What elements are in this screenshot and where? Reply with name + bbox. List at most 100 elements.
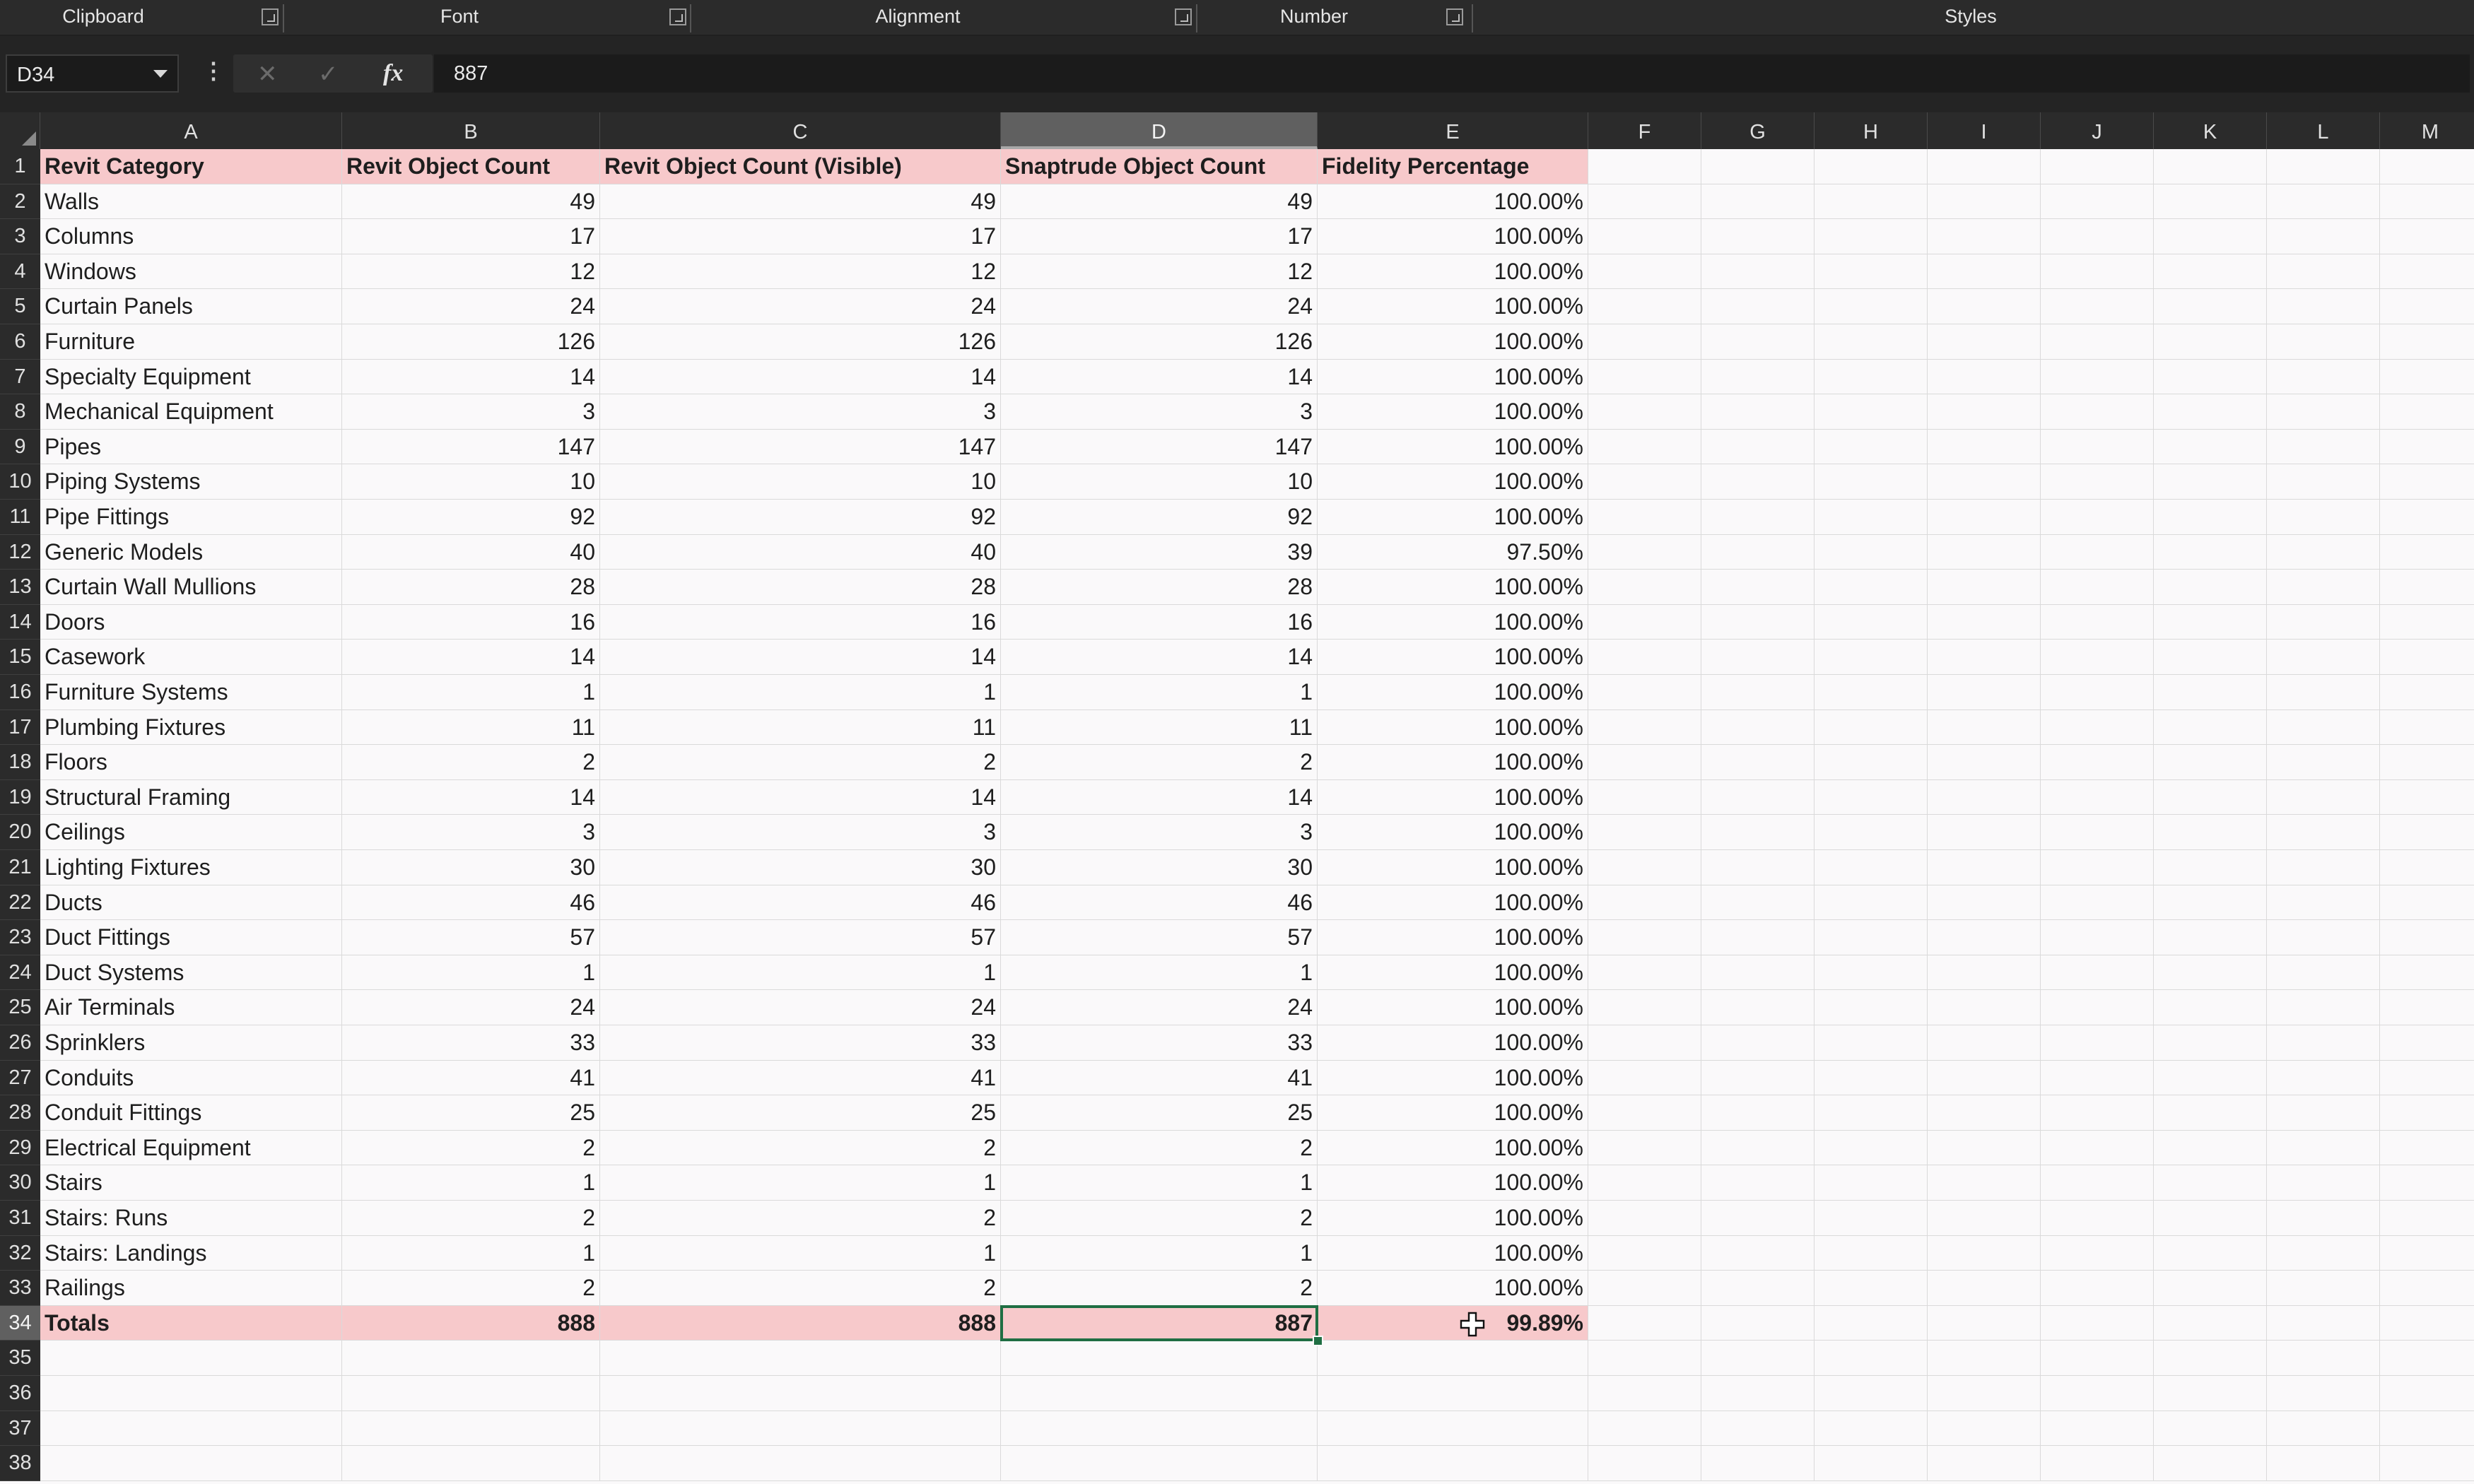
cell[interactable] [1588, 1305, 1701, 1341]
table-cell[interactable]: 30 [342, 850, 600, 885]
cell[interactable] [1701, 1201, 1815, 1236]
table-cell[interactable]: Sprinklers [40, 1025, 342, 1061]
table-cell[interactable]: 147 [600, 429, 1001, 465]
formula-input[interactable]: 887 [434, 54, 2470, 93]
cell[interactable] [2267, 289, 2380, 324]
cell[interactable] [2041, 534, 2154, 570]
cell[interactable] [1815, 570, 1928, 605]
table-cell[interactable]: 2 [600, 1201, 1001, 1236]
cell[interactable] [2380, 184, 2474, 220]
cell[interactable] [1815, 534, 1928, 570]
row-header[interactable]: 28 [0, 1095, 40, 1131]
cell[interactable] [2154, 394, 2267, 430]
cell[interactable] [2267, 534, 2380, 570]
table-cell[interactable]: 40 [342, 534, 600, 570]
totals-cell[interactable]: Totals [40, 1305, 342, 1341]
cell[interactable] [2380, 570, 2474, 605]
cell[interactable] [2267, 604, 2380, 640]
cell[interactable] [2154, 815, 2267, 850]
cell[interactable] [1928, 149, 2041, 184]
cell[interactable] [2154, 990, 2267, 1025]
cell[interactable] [1928, 1130, 2041, 1166]
cell[interactable] [2380, 605, 2474, 640]
table-cell[interactable]: 1 [600, 1165, 1001, 1201]
table-cell[interactable]: 2 [342, 1130, 600, 1166]
row-header[interactable]: 19 [0, 779, 40, 815]
table-cell[interactable]: 100.00% [1318, 640, 1588, 675]
cell[interactable] [2154, 149, 2267, 184]
cell[interactable] [2041, 394, 2154, 430]
cell[interactable] [1588, 1271, 1701, 1306]
table-cell[interactable]: 2 [1001, 1201, 1318, 1236]
cell[interactable] [2041, 604, 2154, 640]
cell[interactable] [2041, 1025, 2154, 1061]
table-cell[interactable]: 2 [1001, 1130, 1318, 1166]
cell[interactable] [2041, 779, 2154, 815]
cell[interactable] [2380, 1271, 2474, 1306]
cell[interactable] [2154, 534, 2267, 570]
table-cell[interactable]: 100.00% [1318, 709, 1588, 746]
table-cell[interactable]: 14 [342, 779, 600, 815]
cell[interactable] [1588, 289, 1701, 324]
row-header[interactable]: 10 [0, 464, 40, 500]
row-header[interactable]: 23 [0, 920, 40, 955]
cell[interactable] [1701, 604, 1815, 640]
cell[interactable] [2154, 219, 2267, 254]
table-cell[interactable]: Air Terminals [40, 990, 342, 1025]
table-header-cell[interactable]: Fidelity Percentage [1318, 149, 1588, 184]
cell[interactable] [2154, 1201, 2267, 1236]
table-cell[interactable]: 28 [600, 570, 1001, 605]
cell[interactable] [1588, 324, 1701, 360]
table-cell[interactable]: 1 [600, 1235, 1001, 1271]
cell[interactable] [600, 1376, 1001, 1411]
cell[interactable] [2041, 1165, 2154, 1201]
table-cell[interactable]: 12 [1001, 254, 1318, 290]
row-header[interactable]: 11 [0, 500, 40, 535]
cell[interactable] [2041, 1201, 2154, 1236]
totals-cell[interactable]: 99.89% [1318, 1305, 1588, 1341]
cell[interactable] [1928, 745, 2041, 780]
cell[interactable] [1815, 1271, 1928, 1306]
cell[interactable] [1001, 1411, 1318, 1447]
cell[interactable] [1928, 640, 2041, 675]
table-cell[interactable]: 100.00% [1318, 920, 1588, 955]
table-cell[interactable]: Specialty Equipment [40, 359, 342, 395]
column-header-k[interactable]: K [2154, 112, 2267, 149]
worksheet-grid[interactable]: A B C D E F G H I J K L M 1 Revit Category Revit Object… [0, 112, 2474, 1484]
cell[interactable] [1588, 1235, 1701, 1271]
name-box[interactable]: D34 [6, 54, 179, 93]
cell[interactable] [2041, 1060, 2154, 1096]
table-cell[interactable]: 1 [1001, 955, 1318, 991]
table-cell[interactable]: 12 [342, 254, 600, 290]
cell[interactable] [1701, 429, 1815, 465]
column-header-j[interactable]: J [2041, 112, 2154, 149]
cell[interactable] [1928, 429, 2041, 465]
cell[interactable] [2041, 464, 2154, 500]
cell[interactable] [1701, 709, 1815, 746]
cell[interactable] [2041, 1305, 2154, 1341]
cell[interactable] [2267, 885, 2380, 921]
cell[interactable] [1928, 184, 2041, 220]
cell[interactable] [1815, 850, 1928, 885]
cell[interactable] [2267, 429, 2380, 465]
cell[interactable] [1701, 289, 1815, 324]
table-cell[interactable]: 100.00% [1318, 1025, 1588, 1061]
cell[interactable] [2267, 1130, 2380, 1166]
cell[interactable] [1701, 1446, 1815, 1481]
table-cell[interactable]: 17 [342, 219, 600, 254]
row-header[interactable]: 5 [0, 289, 40, 324]
table-cell[interactable]: 25 [342, 1095, 600, 1131]
cell[interactable] [2041, 1095, 2154, 1131]
cell[interactable] [2380, 675, 2474, 710]
table-cell[interactable]: 100.00% [1318, 289, 1588, 324]
cell[interactable] [1701, 254, 1815, 290]
cell[interactable] [2041, 500, 2154, 535]
cell[interactable] [2267, 745, 2380, 780]
table-cell[interactable]: Electrical Equipment [40, 1130, 342, 1166]
cell[interactable] [2380, 780, 2474, 815]
cell[interactable] [2380, 464, 2474, 500]
cell[interactable] [2380, 955, 2474, 991]
cell[interactable] [1928, 1341, 2041, 1376]
cell[interactable] [1928, 1411, 2041, 1447]
cell[interactable] [2380, 850, 2474, 885]
